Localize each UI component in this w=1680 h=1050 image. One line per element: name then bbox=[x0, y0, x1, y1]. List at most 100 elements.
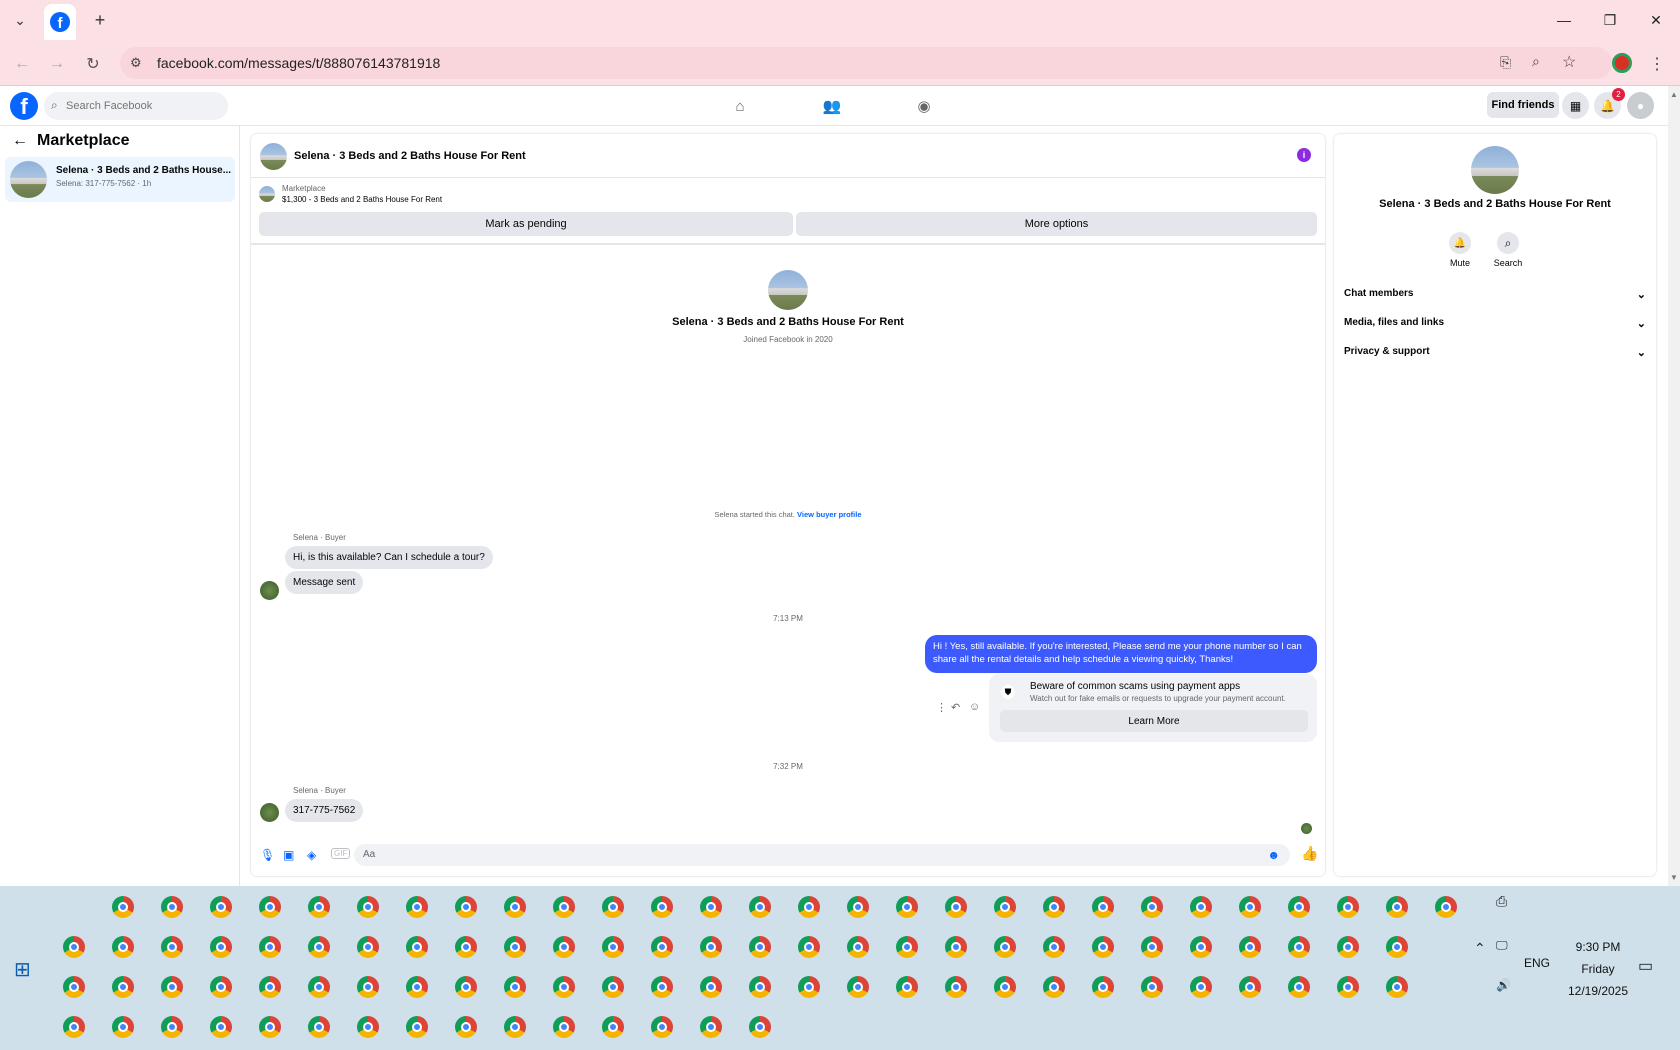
clock-day[interactable]: Friday bbox=[1568, 962, 1628, 976]
network-icon[interactable]: 🖵 bbox=[1496, 938, 1508, 953]
gif-icon[interactable]: GIF bbox=[331, 848, 351, 859]
more-actions-icon[interactable]: ⋮ bbox=[936, 701, 947, 714]
chrome-taskbar-icon[interactable] bbox=[406, 896, 428, 918]
minimize-icon[interactable]: — bbox=[1544, 8, 1584, 32]
home-icon[interactable]: ⌂ bbox=[728, 94, 752, 118]
chrome-taskbar-icon[interactable] bbox=[406, 936, 428, 958]
chrome-taskbar-icon[interactable] bbox=[259, 976, 281, 998]
profile-avatar[interactable] bbox=[768, 270, 808, 310]
buyer-avatar[interactable] bbox=[260, 803, 279, 822]
incoming-message[interactable]: 317-775-7562 bbox=[285, 799, 364, 822]
incoming-message[interactable]: Message sent bbox=[285, 571, 364, 594]
buyer-avatar[interactable] bbox=[260, 581, 279, 600]
like-thumb-icon[interactable]: 👍 bbox=[1301, 845, 1318, 862]
chrome-taskbar-icon[interactable] bbox=[749, 896, 771, 918]
chrome-taskbar-icon[interactable] bbox=[1337, 896, 1359, 918]
chrome-taskbar-icon[interactable] bbox=[553, 896, 575, 918]
sticker-icon[interactable]: ◈ bbox=[307, 848, 316, 862]
chrome-taskbar-icon[interactable] bbox=[749, 976, 771, 998]
chrome-taskbar-icon[interactable] bbox=[259, 936, 281, 958]
emoji-icon[interactable]: ☻ bbox=[1267, 848, 1280, 862]
camera-icon[interactable]: ⎙ bbox=[1496, 893, 1507, 910]
restore-icon[interactable]: ❐ bbox=[1590, 8, 1630, 32]
search-box[interactable]: ⌕ bbox=[44, 92, 228, 120]
chrome-taskbar-icon[interactable] bbox=[1141, 936, 1163, 958]
microphone-icon[interactable]: 🎙 bbox=[260, 848, 275, 862]
back-icon[interactable]: ← bbox=[10, 52, 34, 76]
chrome-taskbar-icon[interactable] bbox=[504, 1016, 526, 1038]
chrome-taskbar-icon[interactable] bbox=[259, 1016, 281, 1038]
address-bar[interactable]: ⚙ facebook.com/messages/t/88807614378191… bbox=[120, 47, 1612, 79]
chrome-taskbar-icon[interactable] bbox=[1190, 896, 1212, 918]
chrome-taskbar-icon[interactable] bbox=[357, 936, 379, 958]
clock-time[interactable]: 9:30 PM bbox=[1568, 940, 1628, 954]
chrome-taskbar-icon[interactable] bbox=[210, 976, 232, 998]
chrome-taskbar-icon[interactable] bbox=[112, 976, 134, 998]
chrome-taskbar-icon[interactable] bbox=[1435, 896, 1457, 918]
chrome-taskbar-icon[interactable] bbox=[210, 936, 232, 958]
chrome-taskbar-icon[interactable] bbox=[1092, 936, 1114, 958]
chrome-taskbar-icon[interactable] bbox=[63, 936, 85, 958]
chrome-taskbar-icon[interactable] bbox=[161, 1016, 183, 1038]
zoom-icon[interactable]: ⌕ bbox=[1532, 53, 1540, 70]
chrome-taskbar-icon[interactable] bbox=[1288, 936, 1310, 958]
chrome-taskbar-icon[interactable] bbox=[161, 976, 183, 998]
react-emoji-icon[interactable]: ☺ bbox=[969, 701, 980, 713]
chrome-taskbar-icon[interactable] bbox=[1386, 936, 1408, 958]
chrome-taskbar-icon[interactable] bbox=[700, 1016, 722, 1038]
new-tab-icon[interactable]: + bbox=[88, 8, 112, 32]
more-options-button[interactable]: More options bbox=[796, 212, 1317, 236]
chrome-taskbar-icon[interactable] bbox=[406, 976, 428, 998]
find-friends-button[interactable]: Find friends bbox=[1487, 92, 1559, 118]
chrome-taskbar-icon[interactable] bbox=[63, 976, 85, 998]
listing-price-title[interactable]: $1,300 - 3 Beds and 2 Baths House For Re… bbox=[282, 195, 442, 204]
bookmark-star-icon[interactable]: ☆ bbox=[1562, 52, 1576, 72]
chrome-taskbar-icon[interactable] bbox=[1141, 976, 1163, 998]
chrome-taskbar-icon[interactable] bbox=[161, 936, 183, 958]
chrome-taskbar-icon[interactable] bbox=[112, 896, 134, 918]
chrome-taskbar-icon[interactable] bbox=[994, 896, 1016, 918]
reload-icon[interactable]: ↻ bbox=[81, 52, 105, 76]
chrome-taskbar-icon[interactable] bbox=[651, 936, 673, 958]
chrome-taskbar-icon[interactable] bbox=[1386, 896, 1408, 918]
chrome-taskbar-icon[interactable] bbox=[994, 936, 1016, 958]
back-arrow-icon[interactable]: ← bbox=[12, 132, 28, 150]
chrome-taskbar-icon[interactable] bbox=[259, 896, 281, 918]
chrome-taskbar-icon[interactable] bbox=[112, 936, 134, 958]
friends-icon[interactable]: 👥 bbox=[820, 94, 844, 118]
chrome-taskbar-icon[interactable] bbox=[651, 896, 673, 918]
chrome-taskbar-icon[interactable] bbox=[553, 936, 575, 958]
info-avatar[interactable] bbox=[1471, 146, 1519, 194]
forward-icon[interactable]: → bbox=[45, 52, 69, 76]
chrome-taskbar-icon[interactable] bbox=[1043, 976, 1065, 998]
chrome-taskbar-icon[interactable] bbox=[1239, 936, 1261, 958]
chrome-taskbar-icon[interactable] bbox=[1190, 976, 1212, 998]
chrome-taskbar-icon[interactable] bbox=[1190, 936, 1212, 958]
language-indicator[interactable]: ENG bbox=[1524, 956, 1550, 970]
install-icon[interactable]: ⎘ bbox=[1500, 54, 1511, 71]
chrome-taskbar-icon[interactable] bbox=[1288, 976, 1310, 998]
chrome-taskbar-icon[interactable] bbox=[504, 896, 526, 918]
chrome-taskbar-icon[interactable] bbox=[749, 936, 771, 958]
tab-list-icon[interactable]: ⌄ bbox=[8, 8, 32, 32]
volume-icon[interactable]: 🔊 bbox=[1496, 978, 1511, 992]
notification-center-icon[interactable]: ▭ bbox=[1638, 956, 1653, 976]
mark-pending-button[interactable]: Mark as pending bbox=[259, 212, 793, 236]
active-tab[interactable]: f bbox=[44, 4, 76, 40]
chrome-taskbar-icon[interactable] bbox=[1092, 896, 1114, 918]
chrome-taskbar-icon[interactable] bbox=[1337, 976, 1359, 998]
chrome-taskbar-icon[interactable] bbox=[798, 896, 820, 918]
mute-bell-icon[interactable]: 🔔 bbox=[1449, 232, 1471, 254]
chrome-taskbar-icon[interactable] bbox=[504, 976, 526, 998]
view-buyer-profile-link[interactable]: View buyer profile bbox=[797, 510, 861, 519]
chrome-taskbar-icon[interactable] bbox=[357, 896, 379, 918]
chrome-taskbar-icon[interactable] bbox=[112, 1016, 134, 1038]
chrome-taskbar-icon[interactable] bbox=[308, 976, 330, 998]
chrome-taskbar-icon[interactable] bbox=[896, 976, 918, 998]
chrome-taskbar-icon[interactable] bbox=[63, 1016, 85, 1038]
learn-more-button[interactable]: Learn More bbox=[1000, 710, 1308, 732]
chrome-taskbar-icon[interactable] bbox=[847, 936, 869, 958]
privacy-support-section[interactable]: Privacy & support ⌄ bbox=[1344, 346, 1646, 366]
chrome-taskbar-icon[interactable] bbox=[308, 936, 330, 958]
page-scrollbar[interactable]: ▲ ▼ bbox=[1668, 86, 1680, 886]
